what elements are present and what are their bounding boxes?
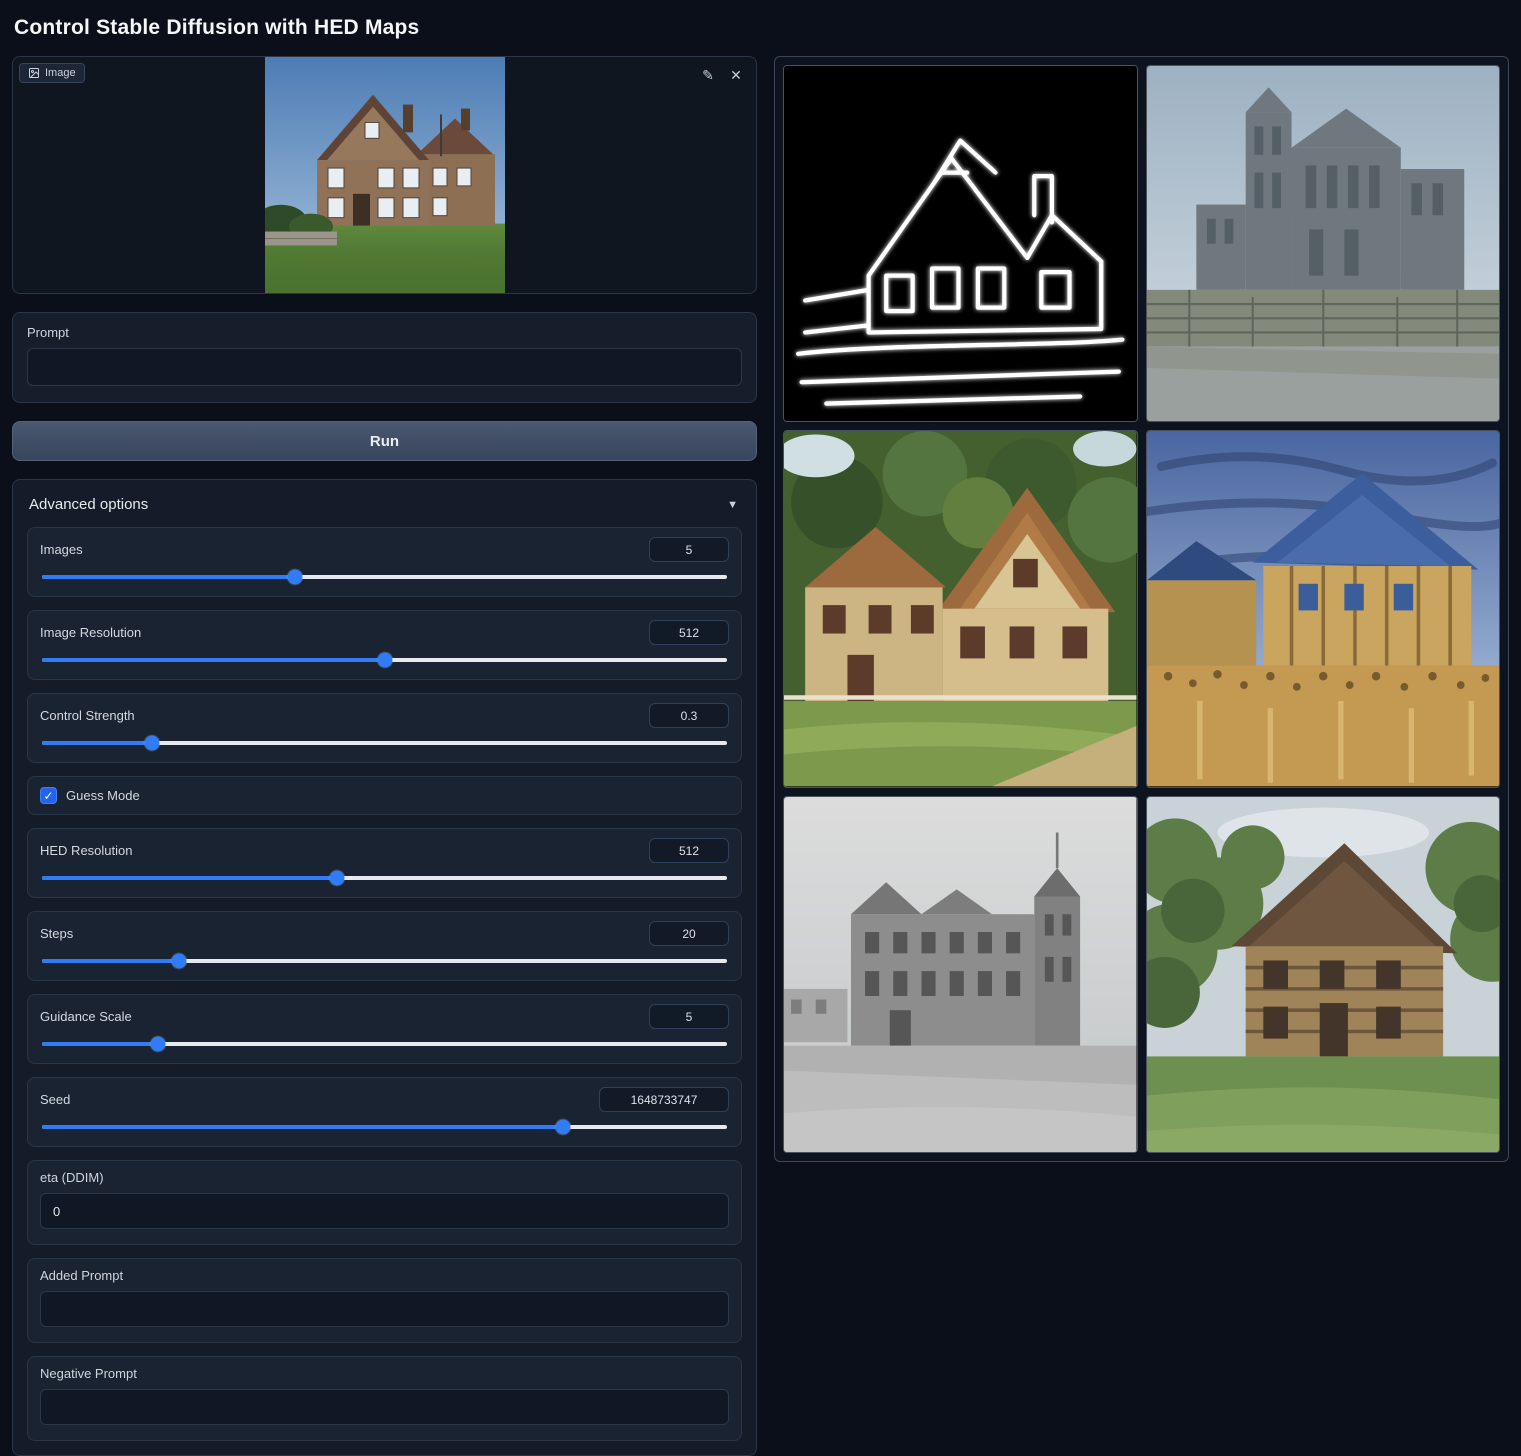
slider-handle[interactable] bbox=[329, 871, 344, 886]
guidance-scale-value-input[interactable] bbox=[649, 1004, 729, 1029]
steps-slider[interactable] bbox=[42, 959, 727, 963]
guidance-scale-slider-group: Guidance Scale bbox=[27, 994, 742, 1064]
steps-label: Steps bbox=[40, 926, 73, 941]
advanced-options-title: Advanced options bbox=[29, 496, 148, 513]
images-value-input[interactable] bbox=[649, 537, 729, 562]
gallery-item-cathedral[interactable] bbox=[1146, 65, 1501, 422]
added-prompt-input[interactable] bbox=[40, 1291, 729, 1327]
image-input-label-badge: Image bbox=[19, 63, 85, 83]
chevron-down-icon: ▼ bbox=[727, 499, 738, 511]
eta-label: eta (DDIM) bbox=[40, 1170, 729, 1185]
painterly-image bbox=[1147, 431, 1500, 786]
close-icon: ✕ bbox=[730, 67, 742, 83]
gallery-item-rustic-house[interactable] bbox=[1146, 796, 1501, 1153]
eta-group: eta (DDIM) bbox=[27, 1160, 742, 1245]
guess-mode-label: Guess Mode bbox=[66, 788, 140, 803]
painted-cottage-image bbox=[784, 431, 1137, 786]
slider-handle[interactable] bbox=[144, 736, 159, 751]
seed-slider[interactable] bbox=[42, 1125, 727, 1129]
prompt-input[interactable] bbox=[27, 348, 742, 386]
slider-fill bbox=[42, 575, 295, 579]
images-slider[interactable] bbox=[42, 575, 727, 579]
images-label: Images bbox=[40, 542, 83, 557]
clear-image-button[interactable]: ✕ bbox=[724, 63, 748, 87]
rustic-house-image bbox=[1147, 797, 1500, 1152]
cathedral-image bbox=[1147, 66, 1500, 421]
control-strength-value-input[interactable] bbox=[649, 703, 729, 728]
output-gallery bbox=[774, 56, 1509, 1162]
added-prompt-label: Added Prompt bbox=[40, 1268, 729, 1283]
image-resolution-value-input[interactable] bbox=[649, 620, 729, 645]
app: Control Stable Diffusion with HED Maps I… bbox=[0, 0, 1521, 1364]
grayscale-building-image bbox=[784, 797, 1137, 1152]
seed-value-input[interactable] bbox=[599, 1087, 729, 1112]
slider-fill bbox=[42, 876, 337, 880]
advanced-options-header[interactable]: Advanced options ▼ bbox=[27, 492, 742, 527]
pencil-icon: ✎ bbox=[702, 67, 714, 83]
image-resolution-slider[interactable] bbox=[42, 658, 727, 662]
image-input-block: Image ✎ ✕ bbox=[12, 56, 757, 294]
run-button[interactable]: Run bbox=[12, 421, 757, 461]
main-layout: Image ✎ ✕ bbox=[12, 56, 1509, 1456]
page-title: Control Stable Diffusion with HED Maps bbox=[14, 16, 1509, 40]
prompt-block: Prompt bbox=[12, 312, 757, 403]
slider-handle[interactable] bbox=[377, 653, 392, 668]
image-icon bbox=[28, 67, 40, 79]
negative-prompt-input[interactable] bbox=[40, 1389, 729, 1425]
hed-edge-map-image bbox=[784, 66, 1137, 421]
eta-input[interactable] bbox=[40, 1193, 729, 1229]
hed-resolution-slider-group: HED Resolution bbox=[27, 828, 742, 898]
image-input-label: Image bbox=[45, 67, 76, 79]
gallery-item-grayscale-building[interactable] bbox=[783, 796, 1138, 1153]
negative-prompt-label: Negative Prompt bbox=[40, 1366, 729, 1381]
guess-mode-checkbox[interactable]: ✓ bbox=[40, 787, 57, 804]
gallery-item-painted-cottage[interactable] bbox=[783, 430, 1138, 787]
seed-label: Seed bbox=[40, 1092, 70, 1107]
left-column: Image ✎ ✕ bbox=[12, 56, 757, 1456]
slider-handle[interactable] bbox=[555, 1120, 570, 1135]
advanced-options-panel: Advanced options ▼ Images bbox=[12, 479, 757, 1456]
control-strength-slider[interactable] bbox=[42, 741, 727, 745]
hed-resolution-label: HED Resolution bbox=[40, 843, 133, 858]
negative-prompt-group: Negative Prompt bbox=[27, 1356, 742, 1441]
image-resolution-slider-group: Image Resolution bbox=[27, 610, 742, 680]
added-prompt-group: Added Prompt bbox=[27, 1258, 742, 1343]
uploaded-house-image[interactable] bbox=[265, 57, 505, 293]
gallery-item-hed-map[interactable] bbox=[783, 65, 1138, 422]
guidance-scale-slider[interactable] bbox=[42, 1042, 727, 1046]
steps-slider-group: Steps bbox=[27, 911, 742, 981]
guidance-scale-label: Guidance Scale bbox=[40, 1009, 132, 1024]
slider-handle[interactable] bbox=[151, 1037, 166, 1052]
control-strength-label: Control Strength bbox=[40, 708, 135, 723]
slider-handle[interactable] bbox=[172, 954, 187, 969]
hed-resolution-value-input[interactable] bbox=[649, 838, 729, 863]
prompt-label: Prompt bbox=[27, 325, 742, 340]
seed-slider-group: Seed bbox=[27, 1077, 742, 1147]
steps-value-input[interactable] bbox=[649, 921, 729, 946]
control-strength-slider-group: Control Strength bbox=[27, 693, 742, 763]
slider-fill bbox=[42, 1125, 563, 1129]
slider-fill bbox=[42, 959, 179, 963]
images-slider-group: Images bbox=[27, 527, 742, 597]
right-column bbox=[774, 56, 1509, 1162]
slider-fill bbox=[42, 1042, 158, 1046]
gallery-item-painterly[interactable] bbox=[1146, 430, 1501, 787]
checkmark-icon: ✓ bbox=[43, 789, 53, 803]
hed-resolution-slider[interactable] bbox=[42, 876, 727, 880]
image-actions: ✎ ✕ bbox=[696, 63, 748, 87]
edit-image-button[interactable]: ✎ bbox=[696, 63, 720, 87]
slider-fill bbox=[42, 741, 152, 745]
slider-handle[interactable] bbox=[288, 570, 303, 585]
guess-mode-group: ✓ Guess Mode bbox=[27, 776, 742, 815]
slider-fill bbox=[42, 658, 385, 662]
image-resolution-label: Image Resolution bbox=[40, 625, 141, 640]
